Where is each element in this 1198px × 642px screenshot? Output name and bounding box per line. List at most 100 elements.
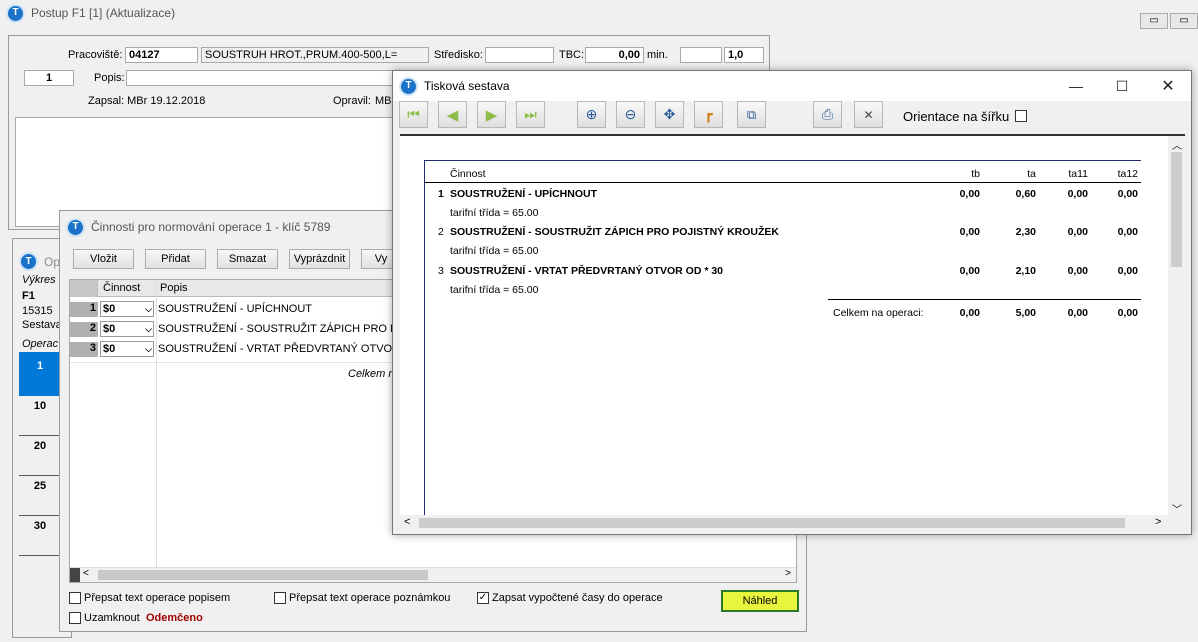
stredisko-field[interactable]	[485, 47, 554, 63]
operation-row-selected[interactable]: 1	[19, 352, 61, 396]
chevron-down-icon: ⌵	[145, 324, 152, 334]
multi-page-button[interactable]: ⧉	[737, 101, 766, 128]
report-row-tb: 0,00	[959, 265, 980, 277]
pracoviste-field[interactable]: 04127	[125, 47, 198, 63]
main-minimize-button[interactable]: ▭	[1140, 13, 1168, 29]
checkbox-zapsat[interactable]: ✓	[477, 592, 489, 604]
operation-row[interactable]: 20	[19, 436, 61, 476]
nahled-button[interactable]: Náhled	[721, 590, 799, 612]
report-row-ta12: 0,00	[1117, 188, 1138, 200]
report-row-ta12: 0,00	[1117, 265, 1138, 277]
row-number: 1	[70, 302, 98, 317]
fit-page-icon: ✥	[663, 106, 676, 122]
checkbox-poznamkou-label: Přepsat text operace poznámkou	[289, 592, 451, 604]
checkbox-popisem[interactable]	[69, 592, 81, 604]
scroll-down-icon[interactable]: ﹀	[1172, 501, 1182, 516]
report-header-ta12: ta12	[1117, 168, 1138, 180]
column-header-popis[interactable]: Popis	[160, 282, 188, 294]
odemceno-status: Odemčeno	[146, 612, 203, 624]
maximize-button[interactable]: ☐	[1107, 75, 1137, 97]
zapsal-text: Zapsal: MBr 19.12.2018	[88, 95, 206, 107]
cinnosti-title: Činnosti pro normování operace 1 - klíč …	[91, 220, 331, 234]
row-number: 3	[70, 342, 98, 357]
report-total-label: Celkem na operaci:	[833, 307, 924, 319]
min-label: min.	[647, 49, 668, 61]
sequence-field[interactable]: 1	[24, 70, 74, 86]
fit-page-button[interactable]: ✥	[655, 101, 684, 128]
first-page-button[interactable]: ⏮	[399, 101, 428, 128]
smazat-button[interactable]: Smazat	[217, 249, 278, 269]
report-row-ta: 0,60	[1015, 188, 1036, 200]
scrollbar-thumb[interactable]	[419, 518, 1125, 528]
vlozit-button[interactable]: Vložit	[73, 249, 134, 269]
report-row-ta11: 0,00	[1067, 188, 1088, 200]
zoom-out-button[interactable]: ⊖	[616, 101, 645, 128]
main-titlebar: T Postup F1 [1] (Aktualizace)	[0, 0, 1198, 26]
cinnost-select[interactable]: $0 ⌵	[100, 321, 154, 337]
report-row-ta: 2,30	[1015, 226, 1036, 238]
report-row-sub: tarifní třída = 65.00	[450, 245, 539, 257]
last-page-button[interactable]: ⏭	[516, 101, 545, 128]
app-logo-icon: T	[66, 217, 85, 237]
checkbox-poznamkou[interactable]	[274, 592, 286, 604]
popis-field[interactable]	[126, 70, 394, 86]
pridat-button[interactable]: Přidat	[145, 249, 206, 269]
factor-field[interactable]: 1,0	[724, 47, 764, 63]
report-row-name: SOUSTRUŽENÍ - UPÍCHNOUT	[450, 188, 597, 200]
zoom-in-icon: ⊕	[585, 106, 598, 122]
report-total-tb: 0,00	[959, 307, 980, 319]
report-header-tb: tb	[971, 168, 980, 180]
report-row-tb: 0,00	[959, 188, 980, 200]
scroll-right-icon[interactable]: >	[1155, 516, 1161, 528]
report-total-ta: 5,00	[1015, 307, 1036, 319]
celkem-label: Celkem n	[348, 368, 395, 380]
row-popis[interactable]: SOUSTRUŽENÍ - VRTAT PŘEDVRTANÝ OTVOR O	[158, 343, 412, 355]
app-logo-icon: T	[399, 76, 418, 96]
column-header-cinnost[interactable]: Činnost	[103, 282, 140, 294]
print-icon: ⎙	[821, 106, 834, 122]
scrollbar-thumb[interactable]	[98, 570, 428, 580]
report-row-sub: tarifní třída = 65.00	[450, 284, 539, 296]
close-preview-button[interactable]: ✕	[854, 101, 883, 128]
ruler-icon: ┏	[704, 106, 713, 122]
scroll-up-icon[interactable]: ︿	[1172, 137, 1182, 152]
close-window-button[interactable]: ✕	[1153, 75, 1183, 97]
orientation-checkbox[interactable]	[1015, 110, 1027, 122]
zoom-in-button[interactable]: ⊕	[577, 101, 606, 128]
close-icon: ✕	[863, 107, 874, 122]
checkbox-uzamknout[interactable]	[69, 612, 81, 624]
operation-row[interactable]: 10	[19, 396, 61, 436]
vykres-label: Výkres	[22, 274, 56, 286]
app-logo-icon: T	[19, 252, 38, 271]
print-button[interactable]: ⎙	[813, 101, 842, 128]
horizontal-scrollbar[interactable]: < >	[400, 515, 1185, 531]
ruler-button[interactable]: ┏	[694, 101, 723, 128]
row-popis[interactable]: SOUSTRUŽENÍ - SOUSTRUŽIT ZÁPICH PRO POJI	[158, 323, 414, 335]
tbc-label: TBC:	[559, 49, 585, 61]
minimize-button[interactable]: —	[1061, 75, 1091, 97]
stredisko-label: Středisko:	[434, 49, 483, 61]
scrollbar-thumb[interactable]	[1171, 152, 1182, 267]
operation-row[interactable]: 30	[19, 516, 61, 556]
operation-row[interactable]: 25	[19, 476, 61, 516]
scroll-left-icon[interactable]: <	[83, 568, 89, 579]
next-page-button[interactable]: ▶	[477, 101, 506, 128]
tbc-field[interactable]: 0,00	[585, 47, 644, 63]
cinnost-select[interactable]: $0 ⌵	[100, 301, 154, 317]
part-code: F1	[22, 290, 35, 302]
print-window-title: Tisková sestava	[424, 79, 510, 93]
scroll-right-icon[interactable]: >	[785, 568, 791, 579]
vertical-scrollbar[interactable]: ︿ ﹀	[1168, 136, 1185, 517]
main-restore-button[interactable]: ▭	[1170, 13, 1198, 29]
scroll-left-icon[interactable]: <	[404, 516, 410, 528]
row-popis[interactable]: SOUSTRUŽENÍ - UPÍCHNOUT	[158, 303, 312, 315]
prev-page-button[interactable]: ◀	[438, 101, 467, 128]
empty-field[interactable]	[680, 47, 722, 63]
horizontal-scrollbar[interactable]: < >	[70, 567, 796, 582]
report-row-ta11: 0,00	[1067, 265, 1088, 277]
vyprazdnit-button[interactable]: Vyprázdnit	[289, 249, 350, 269]
report-header-ta11: ta11	[1068, 168, 1088, 180]
cinnost-select[interactable]: $0 ⌵	[100, 341, 154, 357]
report-row-num: 1	[438, 188, 444, 200]
first-page-icon: ⏮	[407, 106, 420, 122]
